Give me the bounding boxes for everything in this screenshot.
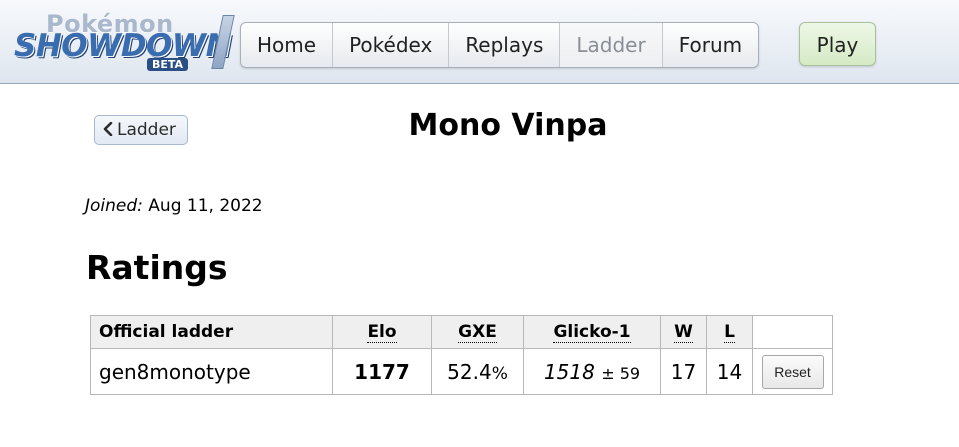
cell-format: gen8monotype — [90, 348, 333, 395]
header-losses-label: L — [724, 322, 735, 343]
header-elo-label: Elo — [367, 322, 397, 343]
joined-date: Aug 11, 2022 — [148, 196, 263, 216]
header-wins: W — [660, 315, 707, 349]
header-losses: L — [706, 315, 753, 349]
gxe-unit: % — [491, 363, 508, 384]
logo-beta-badge: BETA — [147, 58, 189, 71]
header-actions — [752, 315, 833, 349]
ratings-heading: Ratings — [86, 248, 228, 287]
top-header: Pokémon SHOWDOWN BETA Home Pokédex Repla… — [0, 0, 959, 84]
cell-elo: 1177 — [332, 348, 432, 395]
header-official-ladder: Official ladder — [90, 315, 333, 349]
cell-losses: 14 — [706, 348, 753, 395]
header-elo: Elo — [332, 315, 432, 349]
joined-label: Joined: — [85, 196, 143, 216]
table-header-row: Official ladder Elo GXE Glicko-1 W L — [90, 315, 833, 349]
play-button[interactable]: Play — [799, 22, 876, 66]
nav-tab-home[interactable]: Home — [241, 23, 332, 67]
chevron-left-icon — [103, 121, 113, 137]
gxe-value: 52.4 — [447, 359, 492, 384]
glicko-value: 1518 — [543, 359, 595, 384]
glicko-deviation: ± 59 — [601, 363, 641, 383]
nav-tab-forum[interactable]: Forum — [661, 23, 758, 67]
header-glicko-label: Glicko-1 — [553, 322, 631, 343]
nav-tab-pokedex[interactable]: Pokédex — [332, 23, 448, 67]
ratings-table: Official ladder Elo GXE Glicko-1 W L gen… — [90, 315, 833, 395]
username-title: Mono Vinpa — [408, 108, 608, 143]
back-to-ladder-button[interactable]: Ladder — [94, 115, 188, 145]
header-wins-label: W — [674, 322, 693, 343]
cell-wins: 17 — [660, 348, 707, 395]
nav-tab-ladder[interactable]: Ladder — [559, 23, 662, 67]
header-gxe-label: GXE — [458, 322, 497, 343]
reset-button[interactable]: Reset — [761, 354, 824, 389]
nav-tab-replays[interactable]: Replays — [448, 23, 559, 67]
cell-glicko: 1518 ± 59 — [523, 348, 661, 395]
header-glicko: Glicko-1 — [523, 315, 661, 349]
main-nav: Home Pokédex Replays Ladder Forum — [240, 22, 760, 68]
cell-gxe: 52.4% — [431, 348, 524, 395]
cell-actions: Reset — [752, 348, 833, 395]
joined-info: Joined: Aug 11, 2022 — [85, 196, 263, 216]
pokemon-showdown-logo[interactable]: Pokémon SHOWDOWN BETA — [14, 10, 236, 76]
header-gxe: GXE — [431, 315, 524, 349]
table-row: gen8monotype 1177 52.4% 1518 ± 59 17 14 … — [90, 348, 833, 395]
back-button-label: Ladder — [117, 120, 176, 140]
logo-text-showdown: SHOWDOWN — [14, 28, 232, 64]
